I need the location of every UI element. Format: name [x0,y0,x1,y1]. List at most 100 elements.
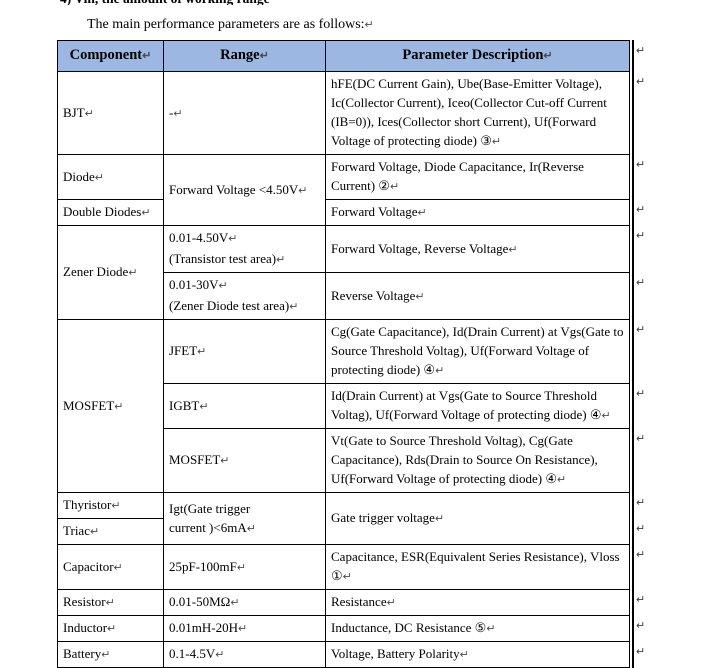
pilcrow-mark: ↵ [486,623,496,635]
pilcrow-mark: ↵ [230,597,240,609]
margin-pilcrow-mark: ↵ [636,158,646,171]
pilcrow-mark: ↵ [342,571,352,583]
cell-range-thyristor-triac: Igt(Gate trigger current )<6mA↵ [163,492,326,545]
cell-description-mosfet: Vt(Gate to Source Threshold Voltag), Cg(… [325,428,630,493]
pilcrow-mark: ↵ [434,513,445,525]
cell-component-resistor: Resistor↵ [57,589,164,616]
pilcrow-mark: ↵ [101,649,111,661]
cell-range-diode: Forward Voltage <4.50V↵ [163,154,326,226]
pilcrow-mark: ↵ [111,500,121,512]
header-label-description: Parameter Description [402,47,544,63]
intro-text: The main performance parameters are as f… [87,17,365,32]
pilcrow-mark: ↵ [105,597,115,609]
intro-paragraph: The main performance parameters are as f… [87,16,374,34]
pilcrow-mark: ↵ [107,623,117,635]
margin-pilcrow-mark: ↵ [636,276,646,289]
cell-description-bjt: hFE(DC Current Gain), Ube(Base-Emitter V… [325,71,630,155]
cell-range-capacitor: 25pF-100mF↵ [163,544,326,590]
margin-pilcrow-mark: ↵ [636,229,646,242]
pilcrow-mark: ↵ [298,184,308,197]
cell-component-thyristor: Thyristor↵ [57,492,164,519]
pilcrow-mark: ↵ [386,597,396,609]
pilcrow-mark: ↵ [84,107,94,120]
document-page: 4) Vin, the amount of working range The … [0,0,715,668]
margin-pilcrow-mark: ↵ [636,619,646,632]
table-row: Thyristor↵ Igt(Gate trigger current )<6mA… [57,492,630,545]
cell-component-double-diodes: Double Diodes↵ [57,199,164,226]
cell-range-inductor: 0.01mH-20H↵ [163,615,326,642]
margin-pilcrow-mark: ↵ [636,522,646,535]
pilcrow-mark: ↵ [128,267,138,279]
cell-range-zener-diode-area: 0.01-30V↵ (Zener Diode test area)↵ [163,272,326,320]
margin-pilcrow-mark: ↵ [636,323,646,336]
pilcrow-mark: ↵ [113,561,123,574]
pilcrow-mark: ↵ [491,136,502,148]
cell-description-capacitor: Capacitance, ESR(Equivalent Series Resis… [325,544,630,590]
cell-range-battery: 0.1-4.5V↵ [163,641,326,668]
table-row: Capacitor↵ 25pF-100mF↵ Capacitance, ESR(… [57,544,630,590]
table-row: Battery↵ 0.1-4.5V↵ Voltage, Battery Pola… [57,641,630,668]
table-row: MOSFET↵ JFET↵ Cg(Gate Capacitance), Id(D… [57,319,630,493]
cell-description-zener-transistor-area: Forward Voltage, Reverse Voltage↵ [325,225,630,273]
cell-description-thyristor-triac: Gate trigger voltage↵ [325,492,630,545]
clipped-heading-text: 4) Vin, the amount of working range [60,0,360,5]
pilcrow-mark: ↵ [114,400,124,413]
cell-description-resistor: Resistance↵ [325,589,630,616]
pilcrow-mark: ↵ [389,181,400,193]
table-row: Resistor↵ 0.01-50MΩ↵ Resistance↵ [57,589,630,616]
margin-paragraph-marks: ↵ ↵ ↵ ↵ ↵ ↵ ↵ ↵ ↵ ↵ ↵ ↵ ↵ ↵ ↵ [634,40,674,668]
cell-description-igbt: Id(Drain Current) at Vgs(Gate to Source … [325,383,630,429]
cell-range-zener-transistor-area: 0.01-4.50V↵ (Transistor test area)↵ [163,225,326,273]
pilcrow-mark: ↵ [228,233,238,245]
cell-range-resistor: 0.01-50MΩ↵ [163,589,326,616]
cell-description-double-diodes: Forward Voltage↵ [325,199,630,226]
pilcrow-mark: ↵ [215,649,225,661]
pilcrow-mark: ↵ [601,410,611,422]
margin-pilcrow-mark: ↵ [636,387,646,400]
performance-parameters-table: Component ↵ Range ↵ Parameter Description ↵… [57,40,630,668]
table-row: Double Diodes↵ Forward Voltage↵ [57,199,630,226]
cell-description-diode: Forward Voltage, Diode Capacitance, Ir(R… [325,154,630,200]
pilcrow-mark: ↵ [435,365,445,377]
pilcrow-mark: ↵ [276,254,286,266]
pilcrow-mark: ↵ [417,207,427,219]
margin-pilcrow-mark: ↵ [636,203,646,216]
cell-description-jfet: Cg(Gate Capacitance), Id(Drain Current) … [325,319,630,384]
pilcrow-mark: ↵ [508,243,518,256]
cell-range-bjt: -↵ [163,71,326,155]
table-row: BJT↵ -↵ hFE(DC Current Gain), Ube(Base-E… [57,71,630,155]
pilcrow-mark: ↵ [237,623,248,635]
margin-pilcrow-mark: ↵ [636,432,646,445]
pilcrow-mark: ↵ [556,474,567,486]
pilcrow-mark: ↵ [142,50,152,62]
pilcrow-mark: ↵ [259,50,269,62]
header-label-component: Component [69,47,143,63]
pilcrow-mark: ↵ [89,526,100,538]
margin-pilcrow-mark: ↵ [636,44,646,57]
cell-description-zener-diode-area: Reverse Voltage↵ [325,272,630,320]
cell-component-bjt: BJT↵ [57,71,164,155]
pilcrow-mark: ↵ [289,301,299,313]
pilcrow-mark: ↵ [415,290,425,303]
pilcrow-mark: ↵ [141,207,151,219]
cell-description-inductor: Inductance, DC Resistance ⑤↵ [325,615,630,642]
header-label-range: Range [220,47,260,63]
table-row: Inductor↵ 0.01mH-20H↵ Inductance, DC Res… [57,615,630,642]
pilcrow-mark: ↵ [236,561,247,574]
margin-pilcrow-mark: ↵ [636,645,646,658]
cell-range-jfet: JFET↵ [163,319,326,384]
cell-range-igbt: IGBT↵ [163,383,326,429]
table-row: Diode↵ Forward Voltage <4.50V↵ Forward V… [57,154,630,226]
pilcrow-mark: ↵ [220,455,230,467]
pilcrow-mark: ↵ [199,400,209,413]
pilcrow-mark: ↵ [218,280,228,292]
pilcrow-mark: ↵ [94,171,104,184]
pilcrow-mark: ↵ [459,649,469,661]
cell-component-triac: Triac↵ [57,518,164,545]
cell-component-battery: Battery↵ [57,641,164,668]
pilcrow-mark: ↵ [197,346,207,358]
cell-description-battery: Voltage, Battery Polarity↵ [325,641,630,668]
pilcrow-mark: ↵ [543,50,553,62]
cell-range-mosfet: MOSFET↵ [163,428,326,493]
cell-component-capacitor: Capacitor↵ [57,544,164,590]
